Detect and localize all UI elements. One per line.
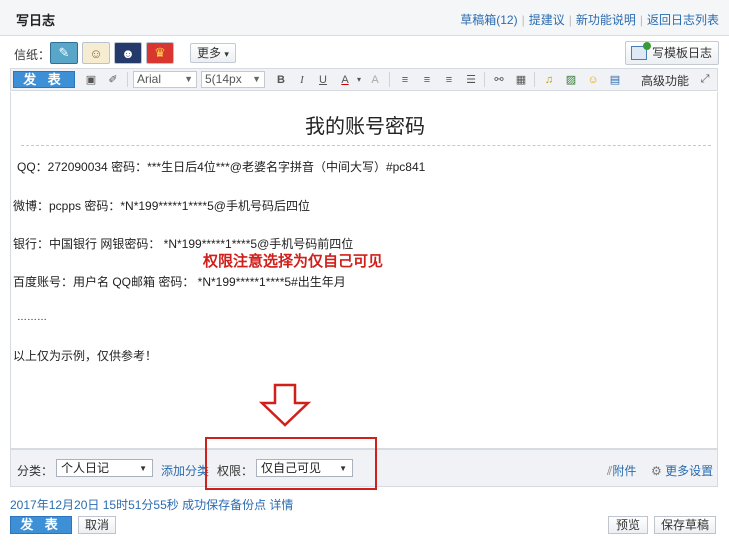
stationery-thumb-4[interactable]: ♛ <box>146 42 174 64</box>
list-icon[interactable]: ☰ <box>463 72 479 87</box>
divider <box>389 72 390 87</box>
category-value: 个人日记 <box>61 461 110 475</box>
title-divider <box>21 145 711 146</box>
divider: | <box>521 13 525 27</box>
stationery-thumb-3[interactable]: ☻ <box>114 42 142 64</box>
divider: | <box>639 13 643 27</box>
advanced-features-button[interactable]: 高级功能 <box>641 72 689 89</box>
font-size-select[interactable]: 5(14px ▼ <box>201 71 265 88</box>
content-line: 百度账号：用户名 QQ邮箱 密码： *N*199*****1****5#出生年月 <box>13 275 346 289</box>
content-line: QQ：272090034 密码：***生日后4位***@老婆名字拼音（中间大写）… <box>17 160 426 174</box>
link-icon[interactable]: ⚯ <box>491 72 507 87</box>
cancel-button[interactable]: 取消 <box>78 516 116 534</box>
annotation-text: 权限注意选择为仅自己可见 <box>203 253 384 270</box>
editor-toolbar: 发 表 ▣ ✐ Arial ▼ 5(14px ▼ B I U A ▾ A ≡ ≡ ≡… <box>10 68 718 91</box>
align-left-icon[interactable]: ≡ <box>397 72 413 87</box>
content-line: 微博：pcpps 密码：*N*199*****1****5@手机号码后四位 <box>13 199 310 213</box>
emoji-icon[interactable]: ☺ <box>585 72 601 87</box>
robot-icon: ☻ <box>121 45 135 61</box>
publish-button[interactable]: 发 表 <box>10 516 72 534</box>
chevron-down-icon: ▾ <box>224 49 229 59</box>
underline-icon[interactable]: U <box>315 72 331 87</box>
pen-icon: ✎ <box>58 45 70 60</box>
diary-editor-page: 写日志 草稿箱(12) | 提建议 | 新功能说明 | 返回日志列表 信纸： ✎ ☺ ☻ ♛… <box>0 0 729 549</box>
align-right-icon[interactable]: ≡ <box>441 72 457 87</box>
publish-button-top[interactable]: 发 表 <box>13 71 75 88</box>
attachment-link[interactable]: ⫽附件 <box>607 462 636 479</box>
save-draft-button[interactable]: 保存草稿 <box>654 516 716 534</box>
header-links: 草稿箱(12) | 提建议 | 新功能说明 | 返回日志列表 <box>460 11 719 28</box>
attachment-label: 附件 <box>612 464 637 478</box>
feedback-link[interactable]: 提建议 <box>529 13 565 27</box>
table-icon[interactable]: ▦ <box>513 72 529 87</box>
format-painter-icon[interactable]: ✐ <box>105 72 121 87</box>
font-size-value: 5(14px <box>205 72 242 86</box>
template-diary-button[interactable]: 写模板日志 <box>624 41 719 65</box>
fullscreen-icon[interactable]: ⤢ <box>697 72 713 87</box>
chevron-down-icon: ▼ <box>139 464 147 473</box>
chevron-down-icon[interactable]: ▾ <box>351 72 367 87</box>
divider <box>127 72 128 87</box>
align-center-icon[interactable]: ≡ <box>419 72 435 87</box>
italic-icon[interactable]: I <box>294 72 310 87</box>
stationery-thumb-2[interactable]: ☺ <box>82 42 110 64</box>
more-settings-label: 更多设置 <box>665 464 714 478</box>
annotation-highlight-box <box>205 437 377 490</box>
template-icon <box>630 42 651 60</box>
page-header: 写日志 草稿箱(12) | 提建议 | 新功能说明 | 返回日志列表 <box>0 0 729 36</box>
add-category-link[interactable]: 添加分类 <box>161 462 209 479</box>
content-line: 以上仅为示例，仅供参考！ <box>13 349 158 363</box>
face-icon: ☺ <box>89 45 103 61</box>
chevron-down-icon: ▼ <box>252 74 261 84</box>
more-settings-link[interactable]: ⚙ 更多设置 <box>651 462 713 479</box>
preview-button[interactable]: 预览 <box>608 516 648 534</box>
chevron-down-icon: ▼ <box>184 74 193 84</box>
back-to-list-link[interactable]: 返回日志列表 <box>647 13 719 27</box>
more-label: 更多 <box>197 46 222 60</box>
font-family-value: Arial <box>137 72 162 86</box>
stationery-label: 信纸： <box>14 48 51 62</box>
music-icon[interactable]: ♫ <box>541 72 557 87</box>
stationery-row: 信纸： ✎ ☺ ☻ ♛ 更多 ▾ 写模板日志 <box>0 40 729 66</box>
autosave-status[interactable]: 2017年12月20日 15时51分55秒 成功保存备份点 详情 <box>10 496 293 513</box>
font-family-select[interactable]: Arial ▼ <box>133 71 197 88</box>
page-title: 写日志 <box>16 13 56 28</box>
stationery-thumb-1[interactable]: ✎ <box>50 42 78 64</box>
down-arrow-icon <box>258 383 312 427</box>
divider <box>484 72 485 87</box>
category-label: 分类： <box>17 464 54 478</box>
character-icon: ♛ <box>154 45 166 60</box>
bold-icon[interactable]: B <box>273 72 289 87</box>
gear-icon: ⚙ <box>651 464 662 478</box>
image-icon[interactable]: ▨ <box>563 72 579 87</box>
more-stationery-button[interactable]: 更多 ▾ <box>190 43 236 63</box>
template-button-label: 写模板日志 <box>651 46 712 60</box>
highlight-icon[interactable]: A <box>367 72 383 87</box>
drafts-link[interactable]: 草稿箱(12) <box>460 13 517 27</box>
divider <box>534 72 535 87</box>
category-select[interactable]: 个人日记 ▼ <box>56 459 153 477</box>
new-features-link[interactable]: 新功能说明 <box>576 13 636 27</box>
content-line: ……… <box>17 312 47 323</box>
save-icon[interactable]: ▣ <box>83 72 99 87</box>
divider: | <box>568 13 572 27</box>
video-icon[interactable]: ▤ <box>607 72 623 87</box>
document-title: 我的账号密码 <box>305 116 425 138</box>
